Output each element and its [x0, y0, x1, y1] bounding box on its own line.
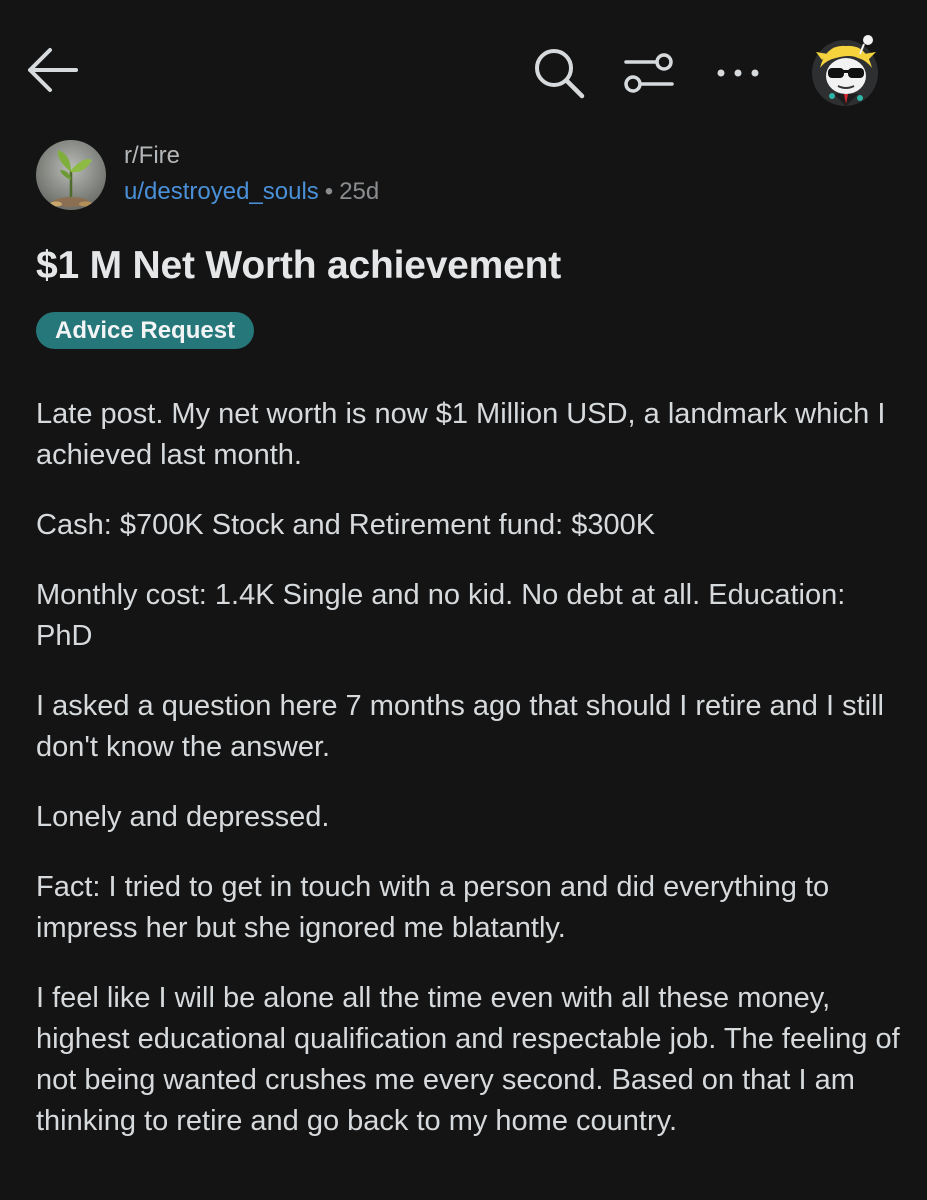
- user-avatar: [812, 35, 878, 106]
- post-title: $1 M Net Worth achievement: [36, 244, 562, 287]
- search-icon: [535, 49, 585, 99]
- meta-separator: •: [324, 178, 334, 205]
- seedling-icon: [36, 140, 106, 210]
- more-horizontal-icon: [717, 69, 759, 77]
- search-button[interactable]: [530, 44, 588, 102]
- more-options-button[interactable]: [712, 58, 764, 88]
- arrow-left-icon: [28, 48, 78, 92]
- subreddit-name[interactable]: r/Fire: [124, 142, 180, 170]
- post-paragraph: Cash: $700K Stock and Retirement fund: $…: [36, 509, 656, 541]
- author-username[interactable]: u/destroyed_souls: [124, 178, 319, 205]
- post-body: Late post. My net worth is now $1 Millio…: [36, 394, 906, 1171]
- post-paragraph: Monthly cost: 1.4K Single and no kid. No…: [36, 579, 846, 652]
- post-paragraph: Fact: I tried to get in touch with a per…: [36, 871, 830, 944]
- top-navigation-bar: [0, 0, 927, 130]
- post-paragraph: I asked a question here 7 months ago tha…: [36, 690, 884, 763]
- filter-button[interactable]: [620, 48, 678, 98]
- post-meta: u/destroyed_souls • 25d: [124, 178, 379, 206]
- user-avatar-button[interactable]: [806, 30, 884, 108]
- post-paragraph: Late post. My net worth is now $1 Millio…: [36, 398, 886, 471]
- post-age: 25d: [339, 178, 380, 205]
- post-paragraph: Lonely and depressed.: [36, 801, 330, 833]
- post-flair[interactable]: Advice Request: [36, 312, 255, 349]
- sliders-icon: [624, 53, 674, 93]
- post-paragraph: I feel like I will be alone all the time…: [36, 982, 900, 1137]
- subreddit-icon[interactable]: [36, 140, 106, 210]
- post-header: r/Fire u/destroyed_souls • 25d: [36, 140, 896, 212]
- back-button[interactable]: [22, 40, 82, 100]
